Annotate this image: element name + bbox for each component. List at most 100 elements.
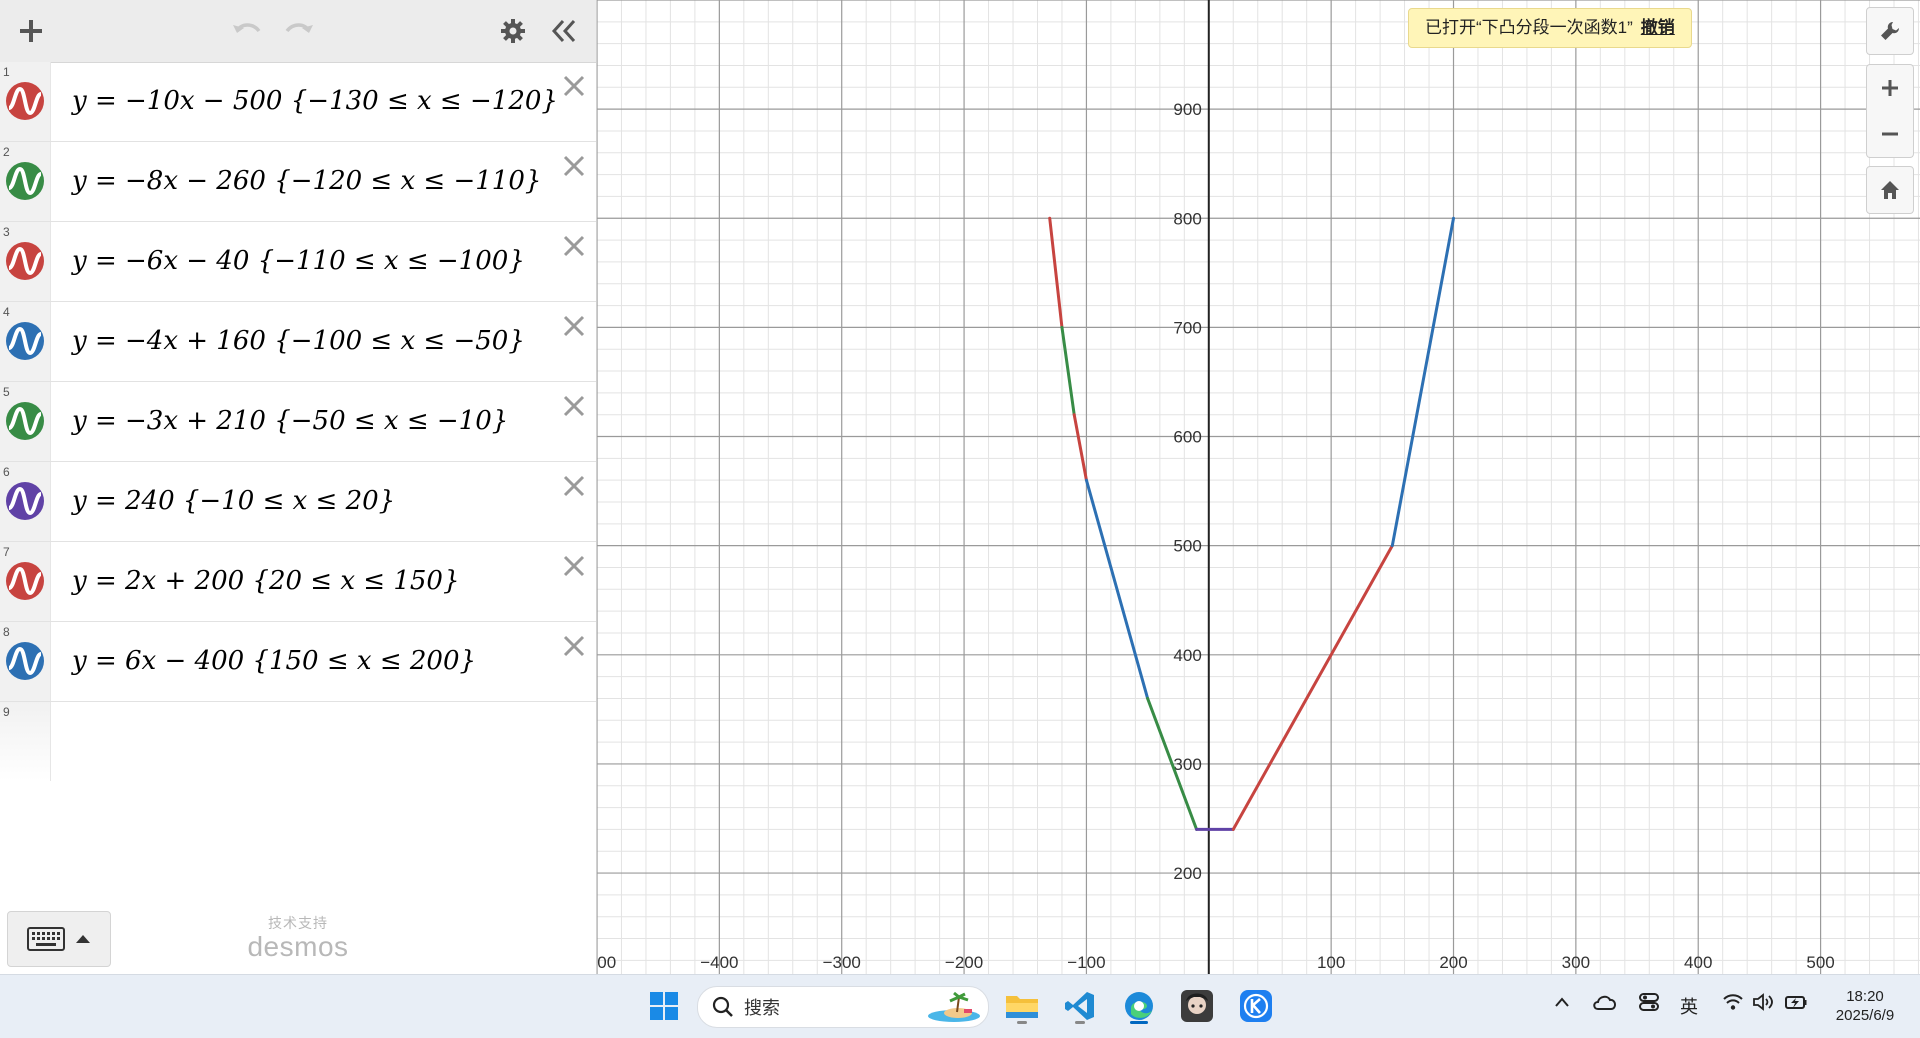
running-indicator xyxy=(1017,1021,1027,1024)
search-icon xyxy=(712,996,733,1017)
y-tick-label: 300 xyxy=(1173,755,1201,774)
close-icon xyxy=(563,635,585,657)
graph-toggle-icon[interactable] xyxy=(5,401,45,441)
x-tick-label: −300 xyxy=(823,953,861,972)
taskbar-file-explorer[interactable] xyxy=(1001,985,1043,1027)
taskbar-app-avatar[interactable] xyxy=(1176,985,1218,1027)
x-tick-label: −100 xyxy=(1067,953,1105,972)
expression-gutter: 2 xyxy=(0,142,51,221)
expression-number: 4 xyxy=(3,305,10,319)
piecewise-segment[interactable] xyxy=(1072,413,1088,482)
expression-input[interactable]: y = −8x − 260 {−120 ≤ x ≤ −110} xyxy=(72,142,541,221)
graph-toggle-icon[interactable] xyxy=(5,81,45,121)
wifi-tray[interactable] xyxy=(1722,992,1744,1017)
expression-row[interactable]: 7 y = 2x + 200 {20 ≤ x ≤ 150} xyxy=(0,542,596,622)
input-method-indicator[interactable]: 英 xyxy=(1680,993,1698,1019)
close-icon xyxy=(563,235,585,257)
expression-input[interactable]: y = 6x − 400 {150 ≤ x ≤ 200} xyxy=(72,622,476,701)
expression-input[interactable]: y = −10x − 500 {−130 ≤ x ≤ −120} xyxy=(72,62,558,141)
vscode-icon xyxy=(1065,992,1094,1020)
graph-settings-button[interactable] xyxy=(1866,7,1914,55)
expression-row[interactable]: 4 y = −4x + 160 {−100 ≤ x ≤ −50} xyxy=(0,302,596,382)
graph-toggle-icon[interactable] xyxy=(5,321,45,361)
expression-row[interactable]: 5 y = −3x + 210 {−50 ≤ x ≤ −10} xyxy=(0,382,596,462)
delete-expression-button[interactable] xyxy=(560,152,588,180)
expression-input[interactable]: y = −3x + 210 {−50 ≤ x ≤ −10} xyxy=(72,382,508,461)
delete-expression-button[interactable] xyxy=(560,472,588,500)
battery-tray[interactable] xyxy=(1784,991,1808,1018)
powered-by-desmos: 技术支持 desmos xyxy=(238,913,358,963)
undo-button[interactable] xyxy=(224,8,270,54)
expression-number: 3 xyxy=(3,225,10,239)
delete-expression-button[interactable] xyxy=(560,72,588,100)
delete-expression-button[interactable] xyxy=(560,232,588,260)
expression-number: 8 xyxy=(3,625,10,639)
expression-row[interactable]: 6 y = 240 {−10 ≤ x ≤ 20} xyxy=(0,462,596,542)
taskbar-k-app[interactable] xyxy=(1235,985,1277,1027)
graph-toggle-icon[interactable] xyxy=(5,481,45,521)
expression-row[interactable]: 8 y = 6x − 400 {150 ≤ x ≤ 200} xyxy=(0,622,596,702)
island-search-highlight-icon xyxy=(928,991,980,1022)
x-tick-label: 500 xyxy=(1806,953,1834,972)
collapse-panel-button[interactable] xyxy=(541,8,587,54)
expression-row[interactable]: 3 y = −6x − 40 {−110 ≤ x ≤ −100} xyxy=(0,222,596,302)
undo-icon xyxy=(233,23,261,33)
expression-row[interactable]: 2 y = −8x − 260 {−120 ≤ x ≤ −110} xyxy=(0,142,596,222)
show-hidden-icons-button[interactable] xyxy=(1553,989,1571,1020)
graph-toggle-icon[interactable] xyxy=(5,561,45,601)
windows-taskbar: 搜索 英 18:20 2025/6/9 xyxy=(0,974,1920,1038)
graph-paper[interactable]: −500 −400 −300 −200 −100 100 200 300 400 500 200 30… xyxy=(597,0,1920,974)
toast-undo-link[interactable]: 撤销 xyxy=(1641,18,1675,37)
expression-input[interactable]: y = −4x + 160 {−100 ≤ x ≤ −50} xyxy=(72,302,525,381)
expression-number: 7 xyxy=(3,545,10,559)
delete-expression-button[interactable] xyxy=(560,312,588,340)
taskbar-vscode[interactable] xyxy=(1059,985,1101,1027)
expression-input[interactable]: y = 240 {−10 ≤ x ≤ 20} xyxy=(72,462,395,541)
piecewise-segment[interactable] xyxy=(1231,544,1394,831)
volume-tray[interactable] xyxy=(1752,992,1774,1017)
minus-icon xyxy=(1882,132,1898,136)
graph-toggle-icon[interactable] xyxy=(5,161,45,201)
graph-toggle-icon[interactable] xyxy=(5,241,45,281)
running-indicator xyxy=(1075,1021,1085,1024)
desmos-logo: desmos xyxy=(247,931,349,962)
new-expression-row[interactable]: 9 xyxy=(0,702,596,781)
graph-canvas[interactable]: −500 −400 −300 −200 −100 100 200 300 400 500 200 30… xyxy=(597,0,1920,974)
cloud-icon xyxy=(1593,995,1616,1010)
delete-expression-button[interactable] xyxy=(560,392,588,420)
edge-browser-icon xyxy=(1125,992,1153,1020)
default-viewport-button[interactable] xyxy=(1866,166,1914,214)
graph-toggle-icon[interactable] xyxy=(5,641,45,681)
expression-gutter: 5 xyxy=(0,382,51,461)
phone-link-tray[interactable] xyxy=(1637,990,1661,1019)
piecewise-segment[interactable] xyxy=(1390,216,1456,548)
expression-row[interactable]: 1 y = −10x − 500 {−130 ≤ x ≤ −120} xyxy=(0,62,596,142)
redo-button[interactable] xyxy=(276,8,322,54)
taskbar-search-box[interactable]: 搜索 xyxy=(697,986,989,1028)
y-tick-label: 900 xyxy=(1173,100,1201,119)
chevron-up-icon xyxy=(1555,997,1569,1007)
expression-input[interactable]: y = −6x − 40 {−110 ≤ x ≤ −100} xyxy=(72,222,525,301)
delete-expression-button[interactable] xyxy=(560,632,588,660)
settings-button[interactable] xyxy=(490,8,536,54)
onedrive-tray[interactable] xyxy=(1592,991,1618,1018)
k-app-icon xyxy=(1240,990,1272,1022)
expression-input[interactable]: y = 2x + 200 {20 ≤ x ≤ 150} xyxy=(72,542,460,621)
expression-gutter: 4 xyxy=(0,302,51,381)
keypad-toggle-button[interactable] xyxy=(7,911,111,967)
start-button[interactable] xyxy=(643,985,685,1027)
expression-list: 1 y = −10x − 500 {−130 ≤ x ≤ −120} 2 y =… xyxy=(0,62,596,781)
taskbar-edge[interactable] xyxy=(1118,985,1160,1027)
expression-gutter: 6 xyxy=(0,462,51,541)
system-clock[interactable]: 18:20 2025/6/9 xyxy=(1820,987,1910,1025)
zoom-out-button[interactable] xyxy=(1866,111,1914,158)
x-tick-label: −200 xyxy=(945,953,983,972)
piecewise-segment[interactable] xyxy=(1048,216,1064,329)
expression-number: 6 xyxy=(3,465,10,479)
expression-number: 2 xyxy=(3,145,10,159)
zoom-in-button[interactable] xyxy=(1866,64,1914,112)
add-item-button[interactable] xyxy=(8,8,54,54)
delete-expression-button[interactable] xyxy=(560,552,588,580)
keyboard-icon xyxy=(27,927,65,951)
y-tick-label: 500 xyxy=(1173,537,1201,556)
